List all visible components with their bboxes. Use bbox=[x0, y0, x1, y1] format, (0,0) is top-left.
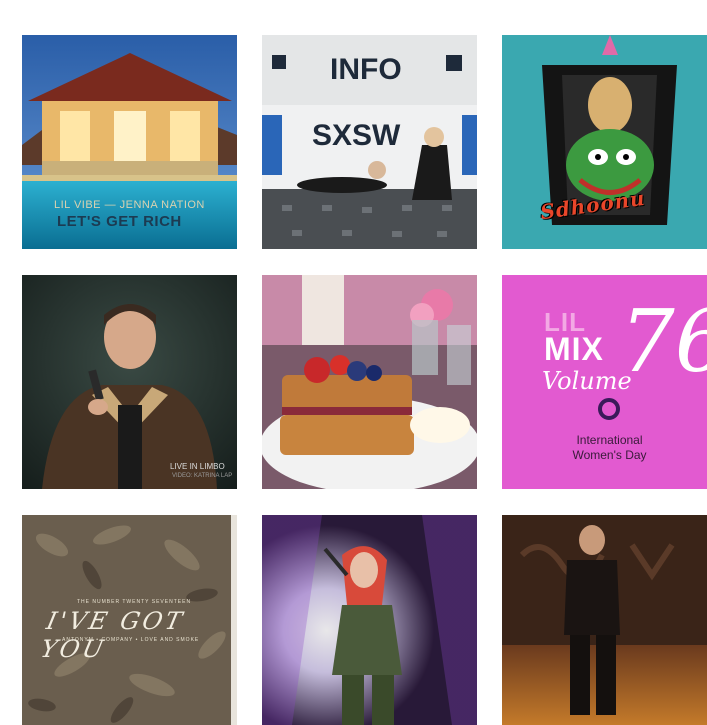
sign-info: INFO bbox=[330, 53, 402, 86]
photo-grid: LIL VIBE — JENNA NATION LET'S GET RICH I… bbox=[22, 35, 707, 725]
grid-tile-concert[interactable] bbox=[262, 515, 477, 725]
cover-number: 76 bbox=[620, 292, 707, 392]
cover-subtitle: ANTONYM • COMPANY • LOVE AND SMOKE bbox=[62, 637, 200, 643]
grid-tile-night-portrait[interactable] bbox=[502, 515, 707, 725]
cover-mix: MIX bbox=[544, 331, 604, 367]
speaker-photo bbox=[22, 275, 237, 489]
creature-illustration bbox=[502, 35, 707, 249]
concert-photo bbox=[262, 515, 477, 725]
cover-caption: International Women's Day bbox=[502, 433, 707, 463]
sign-sxsw: SXSW bbox=[312, 119, 401, 152]
cover-caption-line1: International bbox=[576, 433, 643, 447]
grid-tile-french-toast[interactable] bbox=[262, 275, 477, 489]
album-title-part1: LET'S GET bbox=[57, 213, 144, 230]
cover-volume: Volume bbox=[542, 367, 632, 395]
grid-tile-ive-got-you[interactable]: THE NUMBER TWENTY SEVENTEEN I'VE GOT YOU… bbox=[22, 515, 237, 725]
watermark-caption: LIVE IN LIMBO bbox=[170, 462, 225, 471]
cover-title: I'VE GOT YOU bbox=[38, 607, 188, 663]
food-photo bbox=[262, 275, 477, 489]
watermark-subcaption: VIDEO: KATRINA LAP bbox=[172, 473, 233, 479]
album-title: LET'S GET RICH bbox=[57, 213, 182, 230]
grid-tile-lil-mix-76[interactable]: LIL MIX Volume 76 International Women's … bbox=[502, 275, 707, 489]
grid-tile-lets-get-rich[interactable]: LIL VIBE — JENNA NATION LET'S GET RICH bbox=[22, 35, 237, 249]
album-artists: LIL VIBE — JENNA NATION bbox=[54, 199, 205, 211]
cover-caption-line2: Women's Day bbox=[572, 448, 647, 462]
grid-tile-live-in-limbo[interactable]: LIVE IN LIMBO VIDEO: KATRINA LAP bbox=[22, 275, 237, 489]
grid-tile-sxsw-info[interactable]: INFO SXSW bbox=[262, 35, 477, 249]
cover-artist: THE NUMBER TWENTY SEVENTEEN bbox=[77, 599, 192, 605]
album-title-part2: RICH bbox=[143, 213, 182, 230]
grid-tile-illustration[interactable]: Sdhoonu bbox=[502, 35, 707, 249]
night-photo bbox=[502, 515, 707, 725]
